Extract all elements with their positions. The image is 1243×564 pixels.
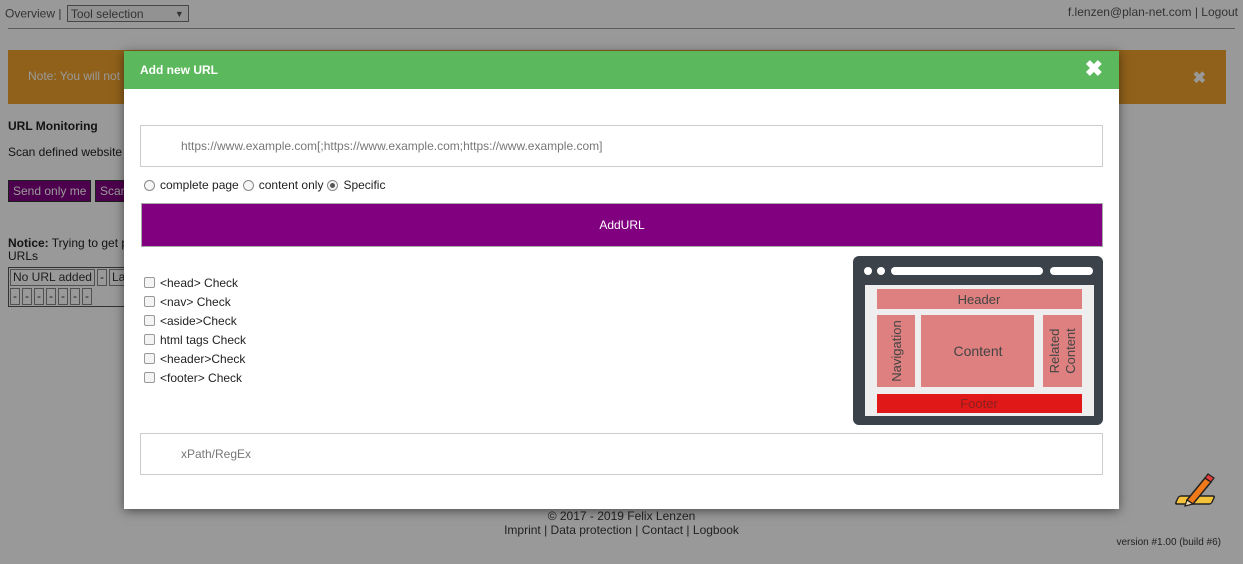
aside-check-option[interactable]: <aside>Check <box>144 311 246 330</box>
scan-mode-radio-group: complete page content only Specific <box>144 178 389 192</box>
checkbox[interactable] <box>144 334 155 345</box>
modal-close-icon[interactable]: ✖ <box>1085 57 1103 81</box>
checkbox-label: <footer> Check <box>160 370 243 385</box>
head-check-option[interactable]: <head> Check <box>144 273 246 292</box>
diagram-related-label-line2: Content <box>1063 328 1078 374</box>
checkbox[interactable] <box>144 315 155 326</box>
xpath-regex-input[interactable] <box>140 433 1103 475</box>
checkbox-label: <aside>Check <box>160 313 237 328</box>
radio-button[interactable] <box>144 179 155 191</box>
radio-content-only[interactable]: content only <box>242 178 324 192</box>
checkbox-label: <nav> Check <box>160 294 231 309</box>
diagram-address-bar <box>891 267 1043 275</box>
add-url-modal: Add new URL ✖ complete page content only… <box>124 51 1119 509</box>
radio-complete-page[interactable]: complete page <box>144 178 239 192</box>
nav-check-option[interactable]: <nav> Check <box>144 292 246 311</box>
imprint-link[interactable]: Imprint <box>504 523 541 537</box>
diagram-search-bar <box>1050 267 1093 275</box>
diagram-footer-label: Footer <box>960 396 998 411</box>
diagram-related-label-line1: Related <box>1047 329 1062 374</box>
page-layout-diagram: Header Navigation Content Related Conten… <box>853 256 1103 425</box>
data-protection-link[interactable]: Data protection <box>551 523 632 537</box>
contact-link[interactable]: Contact <box>642 523 683 537</box>
diagram-navigation-label: Navigation <box>889 320 904 381</box>
checkbox-label: html tags Check <box>160 332 247 347</box>
radio-label: Specific <box>343 178 386 192</box>
checkbox[interactable] <box>144 372 155 383</box>
diagram-content-label: Content <box>953 343 1002 359</box>
url-input[interactable] <box>140 125 1103 167</box>
footer-check-option[interactable]: <footer> Check <box>144 368 246 387</box>
diagram-header-label: Header <box>958 292 1001 307</box>
checkbox[interactable] <box>144 277 155 288</box>
modal-title: Add new URL <box>140 63 218 77</box>
radio-label: content only <box>258 178 324 192</box>
checkbox[interactable] <box>144 296 155 307</box>
footer-links: Imprint | Data protection | Contact | Lo… <box>504 523 739 537</box>
checkbox-label: <head> Check <box>160 275 239 290</box>
logbook-link[interactable]: Logbook <box>693 523 739 537</box>
edit-pen-icon[interactable] <box>1175 470 1219 510</box>
checkbox[interactable] <box>144 353 155 364</box>
version-label: version #1.00 (build #6) <box>1116 537 1221 548</box>
copyright: © 2017 - 2019 Felix Lenzen <box>547 509 696 523</box>
add-url-button[interactable]: AddURL <box>141 203 1103 247</box>
diagram-dot <box>877 267 885 275</box>
radio-label: complete page <box>160 178 239 192</box>
radio-button[interactable] <box>242 179 254 191</box>
radio-specific[interactable]: Specific <box>327 178 385 192</box>
modal-header: Add new URL ✖ <box>124 51 1119 89</box>
footer: © 2017 - 2019 Felix Lenzen Imprint | Dat… <box>0 509 1243 537</box>
check-options-list: <head> Check <nav> Check <aside>Check ht… <box>144 273 246 387</box>
radio-button-selected[interactable] <box>327 179 339 191</box>
diagram-dot <box>864 267 872 275</box>
html-tags-check-option[interactable]: html tags Check <box>144 330 246 349</box>
header-check-option[interactable]: <header>Check <box>144 349 246 368</box>
checkbox-label: <header>Check <box>160 351 246 366</box>
